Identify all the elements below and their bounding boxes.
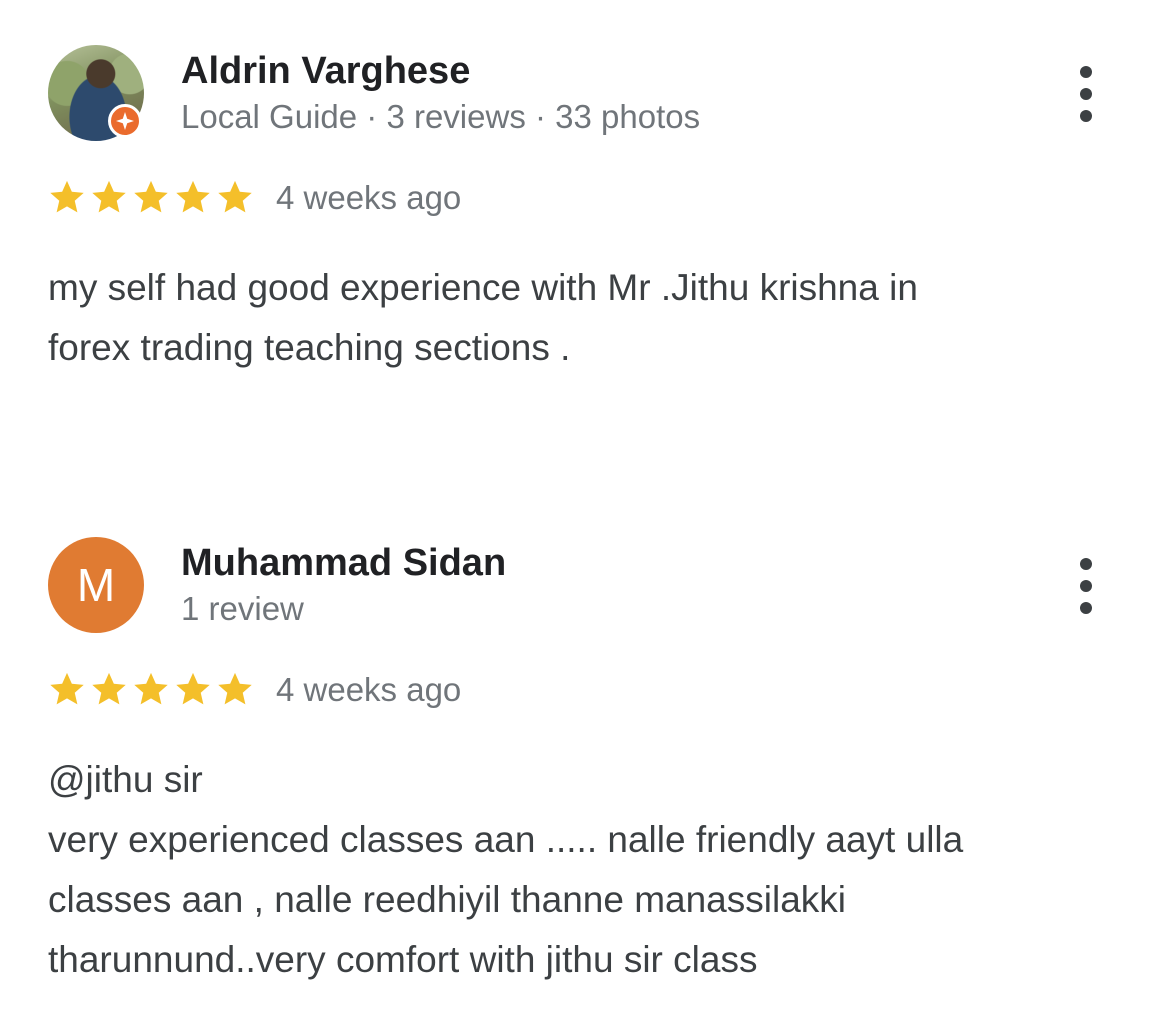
star-icon: [134, 180, 168, 213]
review-text: my self had good experience with Mr .Jit…: [48, 258, 1128, 378]
review-text-line: tharunnund..very comfort with jithu sir …: [48, 939, 758, 980]
review-text-line: classes aan , nalle reedhiyil thanne man…: [48, 879, 846, 920]
reviewer-name[interactable]: Muhammad Sidan: [181, 542, 506, 585]
review-time: 4 weeks ago: [276, 179, 462, 216]
star-icon: [134, 672, 168, 705]
star-icon: [218, 180, 252, 213]
star-icon: [176, 672, 210, 705]
review-text-line: my self had good experience with Mr .Jit…: [48, 267, 918, 308]
review-text-line: @jithu sir: [48, 759, 203, 800]
star-icon: [176, 180, 210, 213]
review-text: @jithu sir very experienced classes aan …: [48, 750, 1128, 990]
review-text-line: very experienced classes aan ..... nalle…: [48, 819, 964, 860]
reviewer-name[interactable]: Aldrin Varghese: [181, 50, 470, 93]
star-icon: [50, 180, 84, 213]
star-icon: [92, 180, 126, 213]
star-rating: [48, 670, 254, 708]
star-icon: [218, 672, 252, 705]
reviewer-meta: 1 review: [181, 590, 304, 627]
reviewer-avatar[interactable]: M: [48, 537, 144, 633]
star-rating: [48, 178, 254, 216]
review-time: 4 weeks ago: [276, 671, 462, 708]
review-text-line: forex trading teaching sections .: [48, 327, 571, 368]
reviewer-meta: Local Guide · 3 reviews · 33 photos: [181, 98, 701, 135]
local-guide-badge-icon: [108, 104, 142, 138]
more-vertical-icon[interactable]: [1066, 66, 1106, 122]
more-vertical-icon[interactable]: [1066, 558, 1106, 614]
star-icon: [92, 672, 126, 705]
star-icon: [50, 672, 84, 705]
